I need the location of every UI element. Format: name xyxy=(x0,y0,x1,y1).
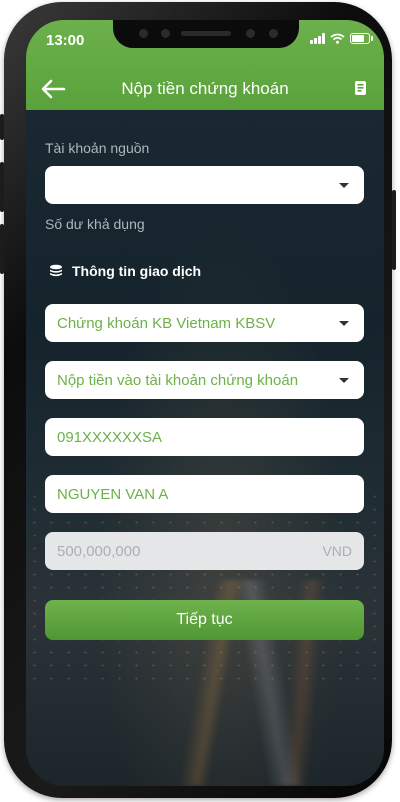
notch xyxy=(113,20,299,48)
currency-label: VND xyxy=(322,543,352,559)
available-balance-label: Số dư khả dụng xyxy=(45,216,145,232)
coins-icon xyxy=(50,264,62,277)
broker-value: Chứng khoán KB Vietnam KBSV xyxy=(57,314,276,332)
camera-dot xyxy=(246,29,255,38)
camera-dot xyxy=(161,29,170,38)
home-indicator xyxy=(140,772,270,776)
account-name-field[interactable]: NGUYEN VAN A xyxy=(45,475,364,513)
chevron-down-icon xyxy=(339,377,349,383)
broker-select[interactable]: Chứng khoán KB Vietnam KBSV xyxy=(45,304,364,342)
side-button xyxy=(0,162,4,212)
app-header: 13:00 Nộp tiền chứng khoán xyxy=(26,20,384,110)
screen: 13:00 Nộp tiền chứng khoán Tài khoản ngu… xyxy=(26,20,384,786)
document-icon[interactable] xyxy=(354,80,368,96)
amount-field[interactable]: 500,000,000 VND xyxy=(45,532,364,570)
section-title-text: Thông tin giao dịch xyxy=(72,263,202,279)
side-button xyxy=(0,114,4,140)
chevron-down-icon xyxy=(339,320,349,326)
camera-dot xyxy=(269,29,278,38)
speaker-grille xyxy=(181,31,231,36)
continue-button[interactable]: Tiếp tục xyxy=(45,600,364,640)
page-title: Nộp tiền chứng khoán xyxy=(121,79,289,98)
method-value: Nộp tiền vào tài khoản chứng khoán xyxy=(57,371,299,389)
source-account-select[interactable] xyxy=(45,166,364,204)
signal-icon xyxy=(310,33,325,44)
side-button xyxy=(0,224,4,274)
status-time: 13:00 xyxy=(46,32,85,49)
battery-icon xyxy=(350,33,373,44)
camera-dot xyxy=(139,29,148,38)
source-account-label: Tài khoản nguồn xyxy=(45,140,150,156)
phone-frame: 13:00 Nộp tiền chứng khoán Tài khoản ngu… xyxy=(0,2,396,798)
wifi-icon xyxy=(330,33,345,44)
amount-value: 500,000,000 xyxy=(57,542,141,560)
account-number-value: 091XXXXXXSA xyxy=(57,428,163,446)
chevron-down-icon xyxy=(339,182,349,188)
status-icons xyxy=(310,33,373,44)
method-select[interactable]: Nộp tiền vào tài khoản chứng khoán xyxy=(45,361,364,399)
section-title: Thông tin giao dịch xyxy=(48,263,201,279)
side-button xyxy=(392,190,396,270)
account-number-field[interactable]: 091XXXXXXSA xyxy=(45,418,364,456)
account-name-value: NGUYEN VAN A xyxy=(57,485,169,503)
